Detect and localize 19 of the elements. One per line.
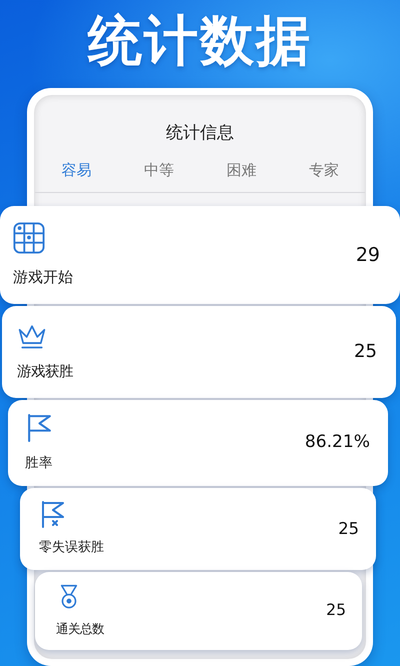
stat-label: 胜率 [25, 454, 54, 473]
banner-title: 统计数据 [88, 14, 312, 68]
stat-value: 25 [338, 518, 359, 540]
stat-value: 25 [326, 600, 346, 622]
screen-title: 统计信息 [165, 122, 235, 145]
stat-label: 零失误获胜 [39, 539, 104, 558]
stat-value: 86.21% [304, 431, 370, 454]
difficulty-tab[interactable]: 中等 [144, 159, 174, 181]
stat-value: 29 [356, 242, 380, 268]
difficulty-tab[interactable]: 容易 [61, 159, 92, 181]
difficulty-tab[interactable]: 专家 [308, 159, 339, 181]
flag-icon [39, 500, 67, 528]
stat-label: 游戏获胜 [17, 362, 73, 382]
grid-icon [13, 222, 45, 254]
difficulty-tab[interactable]: 困难 [226, 159, 256, 181]
stat-label: 游戏开始 [13, 266, 73, 288]
stat-label: 通关总数 [56, 620, 104, 638]
stat-value: 25 [354, 340, 377, 364]
flag-icon [25, 412, 54, 442]
